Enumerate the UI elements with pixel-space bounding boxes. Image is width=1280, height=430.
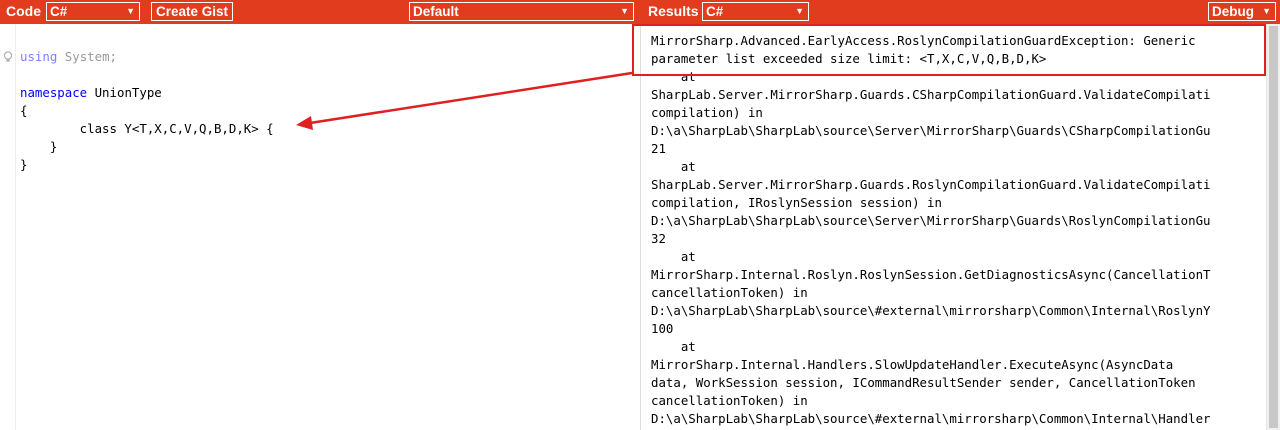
output-line: compilation) in	[651, 105, 763, 120]
code-keyword: using	[20, 49, 58, 64]
editor-gutter	[0, 24, 16, 430]
output-line: 32	[651, 231, 666, 246]
code-text-segment: class Y<T,X,C,V,Q,B,D,K> {	[20, 121, 274, 136]
output-line: cancellationToken) in	[651, 393, 808, 408]
code-text-segment: }	[20, 139, 58, 154]
output-line: data, WorkSession session, ICommandResul…	[651, 375, 1196, 390]
results-scrollbar[interactable]	[1266, 24, 1280, 430]
output-line: compilation, IRoslynSession session) in	[651, 195, 942, 210]
chevron-down-icon: ▼	[126, 6, 135, 16]
output-line: at	[651, 249, 696, 264]
chevron-down-icon: ▼	[795, 6, 804, 16]
output-line: at	[651, 339, 696, 354]
output-line: MirrorSharp.Internal.Handlers.SlowUpdate…	[651, 357, 1174, 372]
error-highlight-box	[632, 24, 1266, 76]
create-gist-button[interactable]: Create Gist	[151, 2, 234, 21]
results-pane: MirrorSharp.Advanced.EarlyAccess.RoslynC…	[640, 24, 1280, 430]
code-language-select[interactable]: C# ▼	[46, 2, 140, 21]
code-keyword: namespace	[20, 85, 88, 100]
code-language-value: C#	[50, 4, 68, 19]
toolbar: Code C# ▼ Create Gist Default ▼ Results …	[0, 0, 1280, 24]
code-text-segment: UnionType	[87, 85, 162, 100]
code-text-segment: }	[20, 157, 28, 172]
code-line: namespace UnionType	[20, 84, 274, 102]
code-text[interactable]: using System; namespace UnionType{ class …	[20, 48, 274, 174]
code-line: {	[20, 102, 274, 120]
scrollbar-thumb[interactable]	[1269, 26, 1278, 428]
code-editor[interactable]: using System; namespace UnionType{ class …	[0, 24, 640, 430]
output-line: D:\a\SharpLab\SharpLab\source\#external\…	[651, 303, 1211, 318]
build-config-select[interactable]: Debug ▼	[1208, 2, 1276, 21]
results-language-select[interactable]: C# ▼	[702, 2, 809, 21]
results-label: Results	[648, 3, 699, 19]
code-line: }	[20, 156, 274, 174]
results-output: MirrorSharp.Advanced.EarlyAccess.RoslynC…	[651, 32, 1267, 430]
code-text-segment: {	[20, 103, 28, 118]
code-line: }	[20, 138, 274, 156]
output-line: 100	[651, 321, 674, 336]
build-config-value: Debug	[1212, 4, 1254, 19]
output-line: 21	[651, 141, 666, 156]
code-line: using System;	[20, 48, 274, 66]
results-language-value: C#	[706, 4, 724, 19]
mode-value: Default	[413, 4, 459, 19]
chevron-down-icon: ▼	[1262, 6, 1271, 16]
lightbulb-icon[interactable]	[3, 51, 13, 63]
mode-select[interactable]: Default ▼	[409, 2, 634, 21]
output-line: D:\a\SharpLab\SharpLab\source\Server\Mir…	[651, 213, 1211, 228]
output-line: SharpLab.Server.MirrorSharp.Guards.Rosly…	[651, 177, 1211, 192]
code-text-segment: System;	[57, 49, 117, 64]
output-line: D:\a\SharpLab\SharpLab\source\#external\…	[651, 411, 1211, 426]
output-line: MirrorSharp.Internal.Roslyn.RoslynSessio…	[651, 267, 1211, 282]
chevron-down-icon: ▼	[620, 6, 629, 16]
output-line: cancellationToken) in	[651, 285, 808, 300]
code-line: class Y<T,X,C,V,Q,B,D,K> {	[20, 120, 274, 138]
output-line: D:\a\SharpLab\SharpLab\source\Server\Mir…	[651, 123, 1211, 138]
output-line: SharpLab.Server.MirrorSharp.Guards.CShar…	[651, 87, 1211, 102]
output-line: at	[651, 159, 696, 174]
code-label: Code	[6, 3, 41, 19]
